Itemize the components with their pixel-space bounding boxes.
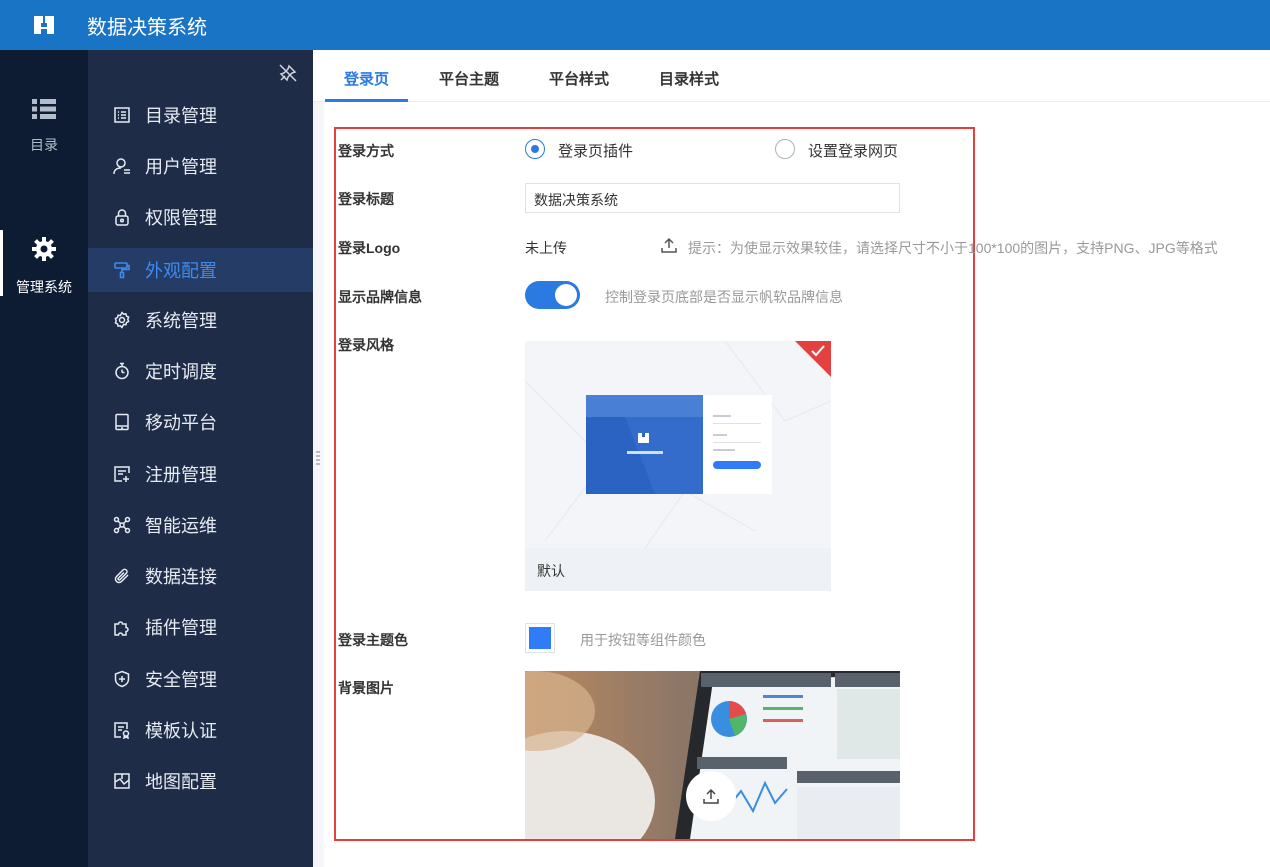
tab-bar: 登录页 平台主题 平台样式 目录样式 — [313, 50, 1270, 102]
sidebar-item-label: 外观配置 — [145, 261, 217, 281]
brand-info-label: 显示品牌信息 — [338, 289, 422, 305]
sidebar-item-label: 系统管理 — [145, 311, 217, 331]
tablet-icon — [112, 412, 132, 432]
login-style-card-default[interactable]: 默认 — [525, 341, 831, 591]
top-bar: 数据决策系统 — [0, 0, 1270, 50]
background-image-preview[interactable] — [525, 671, 900, 839]
sidebar-item-permissions[interactable]: 权限管理 — [88, 195, 313, 239]
rail-item-label: 管理系统 — [16, 279, 72, 295]
template-icon — [112, 720, 132, 740]
drag-handle-icon[interactable] — [316, 450, 320, 466]
rail-item-management[interactable]: 管理系统 — [0, 230, 88, 297]
sidebar-item-label: 目录管理 — [145, 106, 217, 126]
radio-login-plugin-label[interactable]: 登录页插件 — [558, 140, 633, 161]
app-logo-icon — [32, 14, 56, 36]
sidebar-item-map[interactable]: 地图配置 — [88, 759, 313, 803]
theme-color-swatch[interactable] — [525, 623, 555, 653]
sidebar-item-label: 模板认证 — [145, 721, 217, 741]
upload-icon — [703, 788, 719, 804]
logo-hint: 提示：为使显示效果较佳，请选择尺寸不小于100*100的图片，支持PNG、JPG… — [688, 240, 1218, 256]
paint-roller-icon — [112, 260, 132, 280]
rail-item-label: 目录 — [30, 137, 58, 153]
sidebar-item-label: 注册管理 — [145, 465, 217, 485]
login-style-preview — [525, 341, 831, 549]
sidebar-item-appearance[interactable]: 外观配置 — [88, 248, 313, 292]
radio-login-plugin[interactable] — [525, 139, 545, 159]
theme-color-label: 登录主题色 — [338, 632, 408, 648]
sidebar-item-ops[interactable]: 智能运维 — [88, 503, 313, 547]
sidebar-item-mobile[interactable]: 移动平台 — [88, 400, 313, 444]
lock-icon — [112, 207, 132, 227]
sidebar-item-security[interactable]: 安全管理 — [88, 657, 313, 701]
app-title: 数据决策系统 — [87, 16, 207, 39]
sidebar-item-catalog[interactable]: 目录管理 — [88, 93, 313, 137]
puzzle-icon — [112, 617, 132, 637]
rail-item-catalog[interactable]: 目录 — [0, 98, 88, 155]
sidebar-item-label: 移动平台 — [145, 413, 217, 433]
paperclip-icon — [112, 566, 132, 586]
sidebar-item-label: 插件管理 — [145, 618, 217, 638]
radio-custom-login-page-label[interactable]: 设置登录网页 — [808, 140, 898, 161]
tab-catalog-style[interactable]: 目录样式 — [659, 68, 719, 89]
network-icon — [112, 515, 132, 535]
checkmark-icon — [810, 344, 826, 358]
register-icon — [112, 464, 132, 484]
sidebar-item-register[interactable]: 注册管理 — [88, 452, 313, 496]
tab-login-page[interactable]: 登录页 — [344, 68, 389, 89]
sidebar-item-schedule[interactable]: 定时调度 — [88, 349, 313, 393]
sidebar-item-data-connection[interactable]: 数据连接 — [88, 554, 313, 598]
tab-platform-theme[interactable]: 平台主题 — [439, 68, 499, 89]
login-title-label: 登录标题 — [338, 191, 394, 207]
background-image-label: 背景图片 — [338, 680, 394, 696]
map-icon — [112, 771, 132, 791]
logo-upload-status: 未上传 — [525, 240, 567, 256]
background-upload-button[interactable] — [686, 771, 736, 821]
login-style-card-label: 默认 — [537, 563, 565, 579]
brand-info-toggle[interactable] — [525, 281, 580, 309]
user-icon — [112, 156, 132, 176]
sidebar-item-label: 安全管理 — [145, 670, 217, 690]
timer-icon — [112, 361, 132, 381]
sidebar: 目录管理 用户管理 权限管理 外观配置 系统管理 定时调度 移动平台 注册管理 … — [88, 50, 313, 867]
theme-color-hint: 用于按钮等组件颜色 — [580, 632, 706, 648]
sidebar-item-users[interactable]: 用户管理 — [88, 144, 313, 188]
login-method-label: 登录方式 — [338, 143, 394, 159]
list-icon — [32, 99, 56, 119]
sidebar-item-label: 智能运维 — [145, 516, 217, 536]
sidebar-item-label: 数据连接 — [145, 567, 217, 587]
gear-icon — [32, 237, 56, 261]
brand-info-hint: 控制登录页底部是否显示帆软品牌信息 — [605, 289, 843, 305]
sidebar-item-label: 权限管理 — [145, 208, 217, 228]
sidebar-item-label: 定时调度 — [145, 362, 217, 382]
shield-icon — [112, 669, 132, 689]
gear-icon — [112, 310, 132, 330]
login-style-label: 登录风格 — [338, 337, 394, 353]
login-logo-label: 登录Logo — [338, 240, 401, 256]
left-rail: 目录 管理系统 — [0, 50, 88, 867]
upload-icon[interactable] — [660, 236, 678, 254]
radio-custom-login-page[interactable] — [775, 139, 795, 159]
sidebar-item-label: 用户管理 — [145, 157, 217, 177]
login-title-input[interactable]: 数据决策系统 — [525, 183, 900, 213]
unpin-icon[interactable] — [279, 64, 297, 82]
sidebar-item-system[interactable]: 系统管理 — [88, 298, 313, 342]
sidebar-item-plugins[interactable]: 插件管理 — [88, 605, 313, 649]
sidebar-item-label: 地图配置 — [145, 772, 217, 792]
catalog-icon — [112, 105, 132, 125]
sidebar-item-template-auth[interactable]: 模板认证 — [88, 708, 313, 752]
tab-platform-style[interactable]: 平台样式 — [549, 68, 609, 89]
